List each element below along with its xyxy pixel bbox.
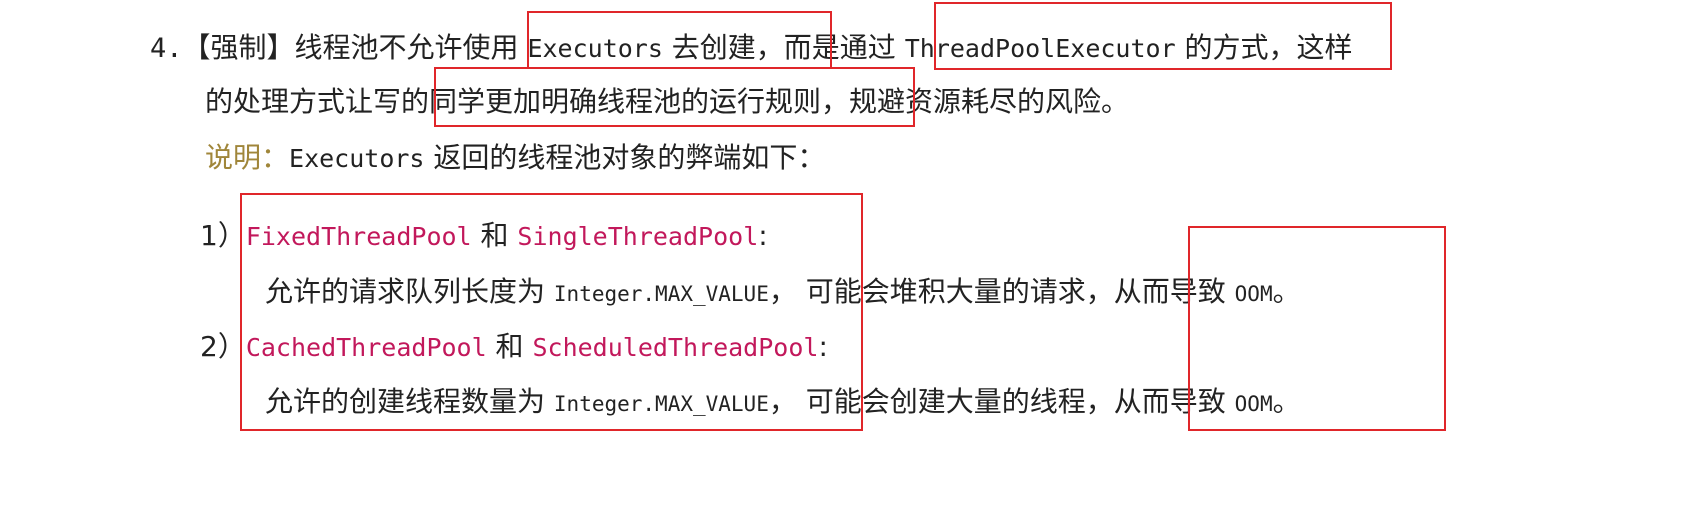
highlight-box-oom xyxy=(1188,226,1446,431)
note-code: Executors xyxy=(289,144,425,173)
highlight-box-rules xyxy=(434,67,915,127)
rule-number: 4. xyxy=(150,33,183,64)
note-text: 返回的线程池对象的弊端如下： xyxy=(424,141,826,174)
rule-tag: 【强制】 xyxy=(182,31,295,64)
highlight-box-executors xyxy=(527,11,832,69)
note-line: 说明：Executors 返回的线程池对象的弊端如下： xyxy=(205,138,825,179)
note-label: 说明： xyxy=(205,141,290,174)
item-marker: 2） xyxy=(200,330,246,363)
rule-text-a: 线程池不允许使用 xyxy=(294,31,528,64)
highlight-box-pools xyxy=(240,193,863,431)
highlight-box-threadpoolexecutor xyxy=(934,2,1392,70)
item-marker: 1） xyxy=(200,219,246,252)
